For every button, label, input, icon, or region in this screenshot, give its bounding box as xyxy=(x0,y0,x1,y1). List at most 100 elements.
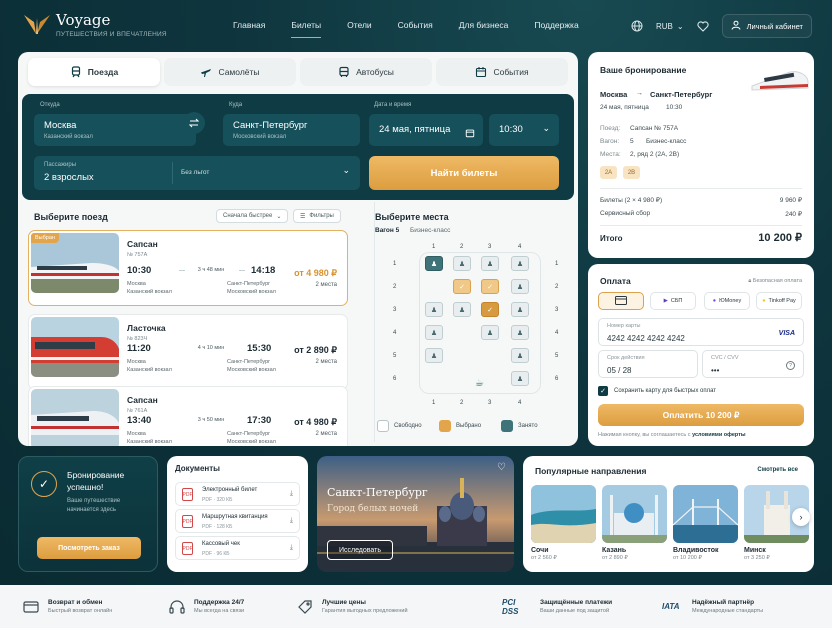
brand-logo[interactable]: Voyage ПУТЕШЕСТВИЯ И ВПЕЧАТЛЕНИЯ xyxy=(22,12,167,38)
nav-hotels[interactable]: Отели xyxy=(347,20,372,38)
chevron-down-icon: ⌄ xyxy=(342,165,350,175)
seat-free[interactable]: ♟ xyxy=(511,348,529,363)
trip-duration: 4 ч 10 мин xyxy=(197,345,225,351)
legend-busy: Занято xyxy=(501,420,538,432)
seat-free[interactable]: ♟ xyxy=(425,302,443,317)
checkbox-checked-icon[interactable]: ✓ xyxy=(598,386,608,396)
seat-selected[interactable]: ✓ xyxy=(481,279,499,294)
popular-destinations: Популярные направления Смотреть все Сочи… xyxy=(523,456,814,572)
arrival-time: 17:30 xyxy=(247,415,272,426)
price-tag-icon xyxy=(296,598,314,616)
duration-line xyxy=(239,270,245,271)
view-order-button[interactable]: Посмотреть заказ xyxy=(37,537,141,559)
legend-free-swatch xyxy=(377,420,389,432)
app-root: Voyage ПУТЕШЕСТВИЯ И ВПЕЧАТЛЕНИЯ Главная… xyxy=(0,0,832,628)
field-divider xyxy=(172,162,173,184)
to-field[interactable]: Санкт-Петербург Московский вокзал xyxy=(223,114,360,146)
legend-selected-swatch xyxy=(439,420,451,432)
globe-icon[interactable] xyxy=(630,19,644,33)
time-select[interactable]: 10:30 ⌄ xyxy=(489,114,559,146)
expiry-field[interactable]: Срок действия 05 / 28 xyxy=(598,350,698,378)
seat-free[interactable]: ♟ xyxy=(511,302,529,317)
tinkoff-icon: ● xyxy=(762,298,766,304)
summary-seats-label: Места: xyxy=(600,151,621,158)
seat-free[interactable]: ♟ xyxy=(453,302,471,317)
calendar-icon xyxy=(476,67,487,78)
document-item[interactable]: PDF Кассовый чек PDF · 96 КБ ⤓ xyxy=(175,536,300,560)
benefit-subtitle: Мы всегда на связи xyxy=(194,608,245,614)
departure-city: Москва xyxy=(127,431,146,437)
seat-chip[interactable]: 2А xyxy=(600,166,617,179)
seat-selected[interactable]: ✓ xyxy=(481,302,499,317)
download-icon[interactable]: ⤓ xyxy=(290,517,293,525)
seat-free[interactable]: ♟ xyxy=(453,256,471,271)
heart-icon[interactable] xyxy=(696,19,710,33)
document-meta: PDF · 320 КБ xyxy=(202,497,233,503)
see-all-link[interactable]: Смотреть все xyxy=(757,467,798,473)
train-card[interactable]: Выбран Сапсан № 757А 10:30 3 ч 48 мин 14… xyxy=(28,230,348,306)
document-item[interactable]: PDF Электронный билет PDF · 320 КБ ⤓ xyxy=(175,482,300,506)
tab-flights[interactable]: Самолёты xyxy=(164,58,296,86)
seat-free[interactable]: ♟ xyxy=(511,256,529,271)
date-value: 24 мая, пятница xyxy=(379,124,451,135)
seat-free[interactable]: ♟ xyxy=(511,325,529,340)
tab-trains[interactable]: Поезда xyxy=(28,58,160,86)
nav-business[interactable]: Для бизнеса xyxy=(459,20,509,38)
benefit-title: Возврат и обмен xyxy=(48,599,103,606)
download-icon[interactable]: ⤓ xyxy=(290,544,293,552)
train-card[interactable]: Ласточка № 823Ч 11:20 4 ч 10 мин 15:30 М… xyxy=(28,314,348,390)
search-form: Откуда Москва Казанский вокзал Куда Санк… xyxy=(22,94,574,200)
cvc-field[interactable]: CVC / CVV ••• ? xyxy=(702,350,804,378)
pay-method-card[interactable] xyxy=(598,292,644,310)
date-field[interactable]: 24 мая, пятница xyxy=(369,114,483,146)
refund-icon xyxy=(22,598,40,616)
heart-icon[interactable]: ♡ xyxy=(497,462,506,473)
seat-selected[interactable]: ✓ xyxy=(453,279,471,294)
departure-station: Казанский вокзал xyxy=(127,289,172,295)
account-button[interactable]: Личный кабинет xyxy=(721,14,812,38)
train-card[interactable]: Сапсан № 761А 13:40 3 ч 50 мин 17:30 Мос… xyxy=(28,386,348,446)
nav-support[interactable]: Поддержка xyxy=(534,20,578,38)
find-tickets-button[interactable]: Найти билеты xyxy=(369,156,559,190)
to-value: Санкт-Петербург xyxy=(233,120,308,131)
seat-free[interactable]: ♟ xyxy=(425,325,443,340)
explore-button[interactable]: Исследовать xyxy=(327,540,393,560)
nav-events[interactable]: События xyxy=(398,20,433,38)
tab-buses[interactable]: Автобусы xyxy=(300,58,432,86)
document-item[interactable]: PDF Маршрутная квитанция PDF · 128 КБ ⤓ xyxy=(175,509,300,533)
seat-free[interactable]: ♟ xyxy=(511,279,529,294)
card-number-field[interactable]: Номер карты 4242 4242 4242 4242 VISA xyxy=(598,318,804,346)
pay-button[interactable]: Оплатить 10 200 ₽ xyxy=(598,404,804,426)
benefit-item: Возврат и обмен Быстрый возврат онлайн xyxy=(22,585,112,628)
destination-card[interactable]: Казань от 2 890 ₽ xyxy=(602,485,667,561)
currency-select[interactable]: RUB ⌄ xyxy=(656,22,684,31)
save-card-option[interactable]: ✓ Сохранить карту для быстрых оплат xyxy=(598,386,716,396)
summary-seats: 2, ряд 2 (2А, 2В) xyxy=(630,151,680,158)
seat-free[interactable]: ♟ xyxy=(481,256,499,271)
offer-link[interactable]: условиями оферты xyxy=(692,432,746,438)
destination-photo xyxy=(531,485,596,543)
seat-free[interactable]: ♟ xyxy=(511,371,529,386)
nav-tickets[interactable]: Билеты xyxy=(291,20,322,38)
pay-method-sbp[interactable]: ▶ СБП xyxy=(650,292,696,310)
chevron-right-icon[interactable]: › xyxy=(792,508,810,526)
passengers-field[interactable]: Пассажиры 2 взрослых Без льгот ⌄ xyxy=(34,156,360,190)
from-field[interactable]: Москва Казанский вокзал xyxy=(34,114,196,146)
departure-station: Казанский вокзал xyxy=(127,439,172,445)
tab-events[interactable]: События xyxy=(436,58,568,86)
header-actions: RUB ⌄ Личный кабинет xyxy=(630,14,812,38)
filters-button[interactable]: ☰ Фильтры xyxy=(293,209,341,223)
destination-card[interactable]: Сочи от 2 560 ₽ xyxy=(531,485,596,561)
destination-card[interactable]: Владивосток от 10 200 ₽ xyxy=(673,485,738,561)
nav-home[interactable]: Главная xyxy=(233,20,265,38)
pay-method-tinkoff[interactable]: ● Tinkoff Pay xyxy=(756,292,802,310)
swap-direction-button[interactable] xyxy=(183,112,205,134)
download-icon[interactable]: ⤓ xyxy=(290,490,293,498)
help-icon[interactable]: ? xyxy=(786,361,795,370)
seat-free[interactable]: ♟ xyxy=(481,325,499,340)
pay-method-yoomoney[interactable]: ● ЮMoney xyxy=(704,292,750,310)
seat-chip[interactable]: 2В xyxy=(623,166,640,179)
seat-free[interactable]: ♟ xyxy=(425,348,443,363)
sort-select[interactable]: Сначала быстрее ⌄ xyxy=(216,209,289,223)
train-photo xyxy=(31,317,119,377)
